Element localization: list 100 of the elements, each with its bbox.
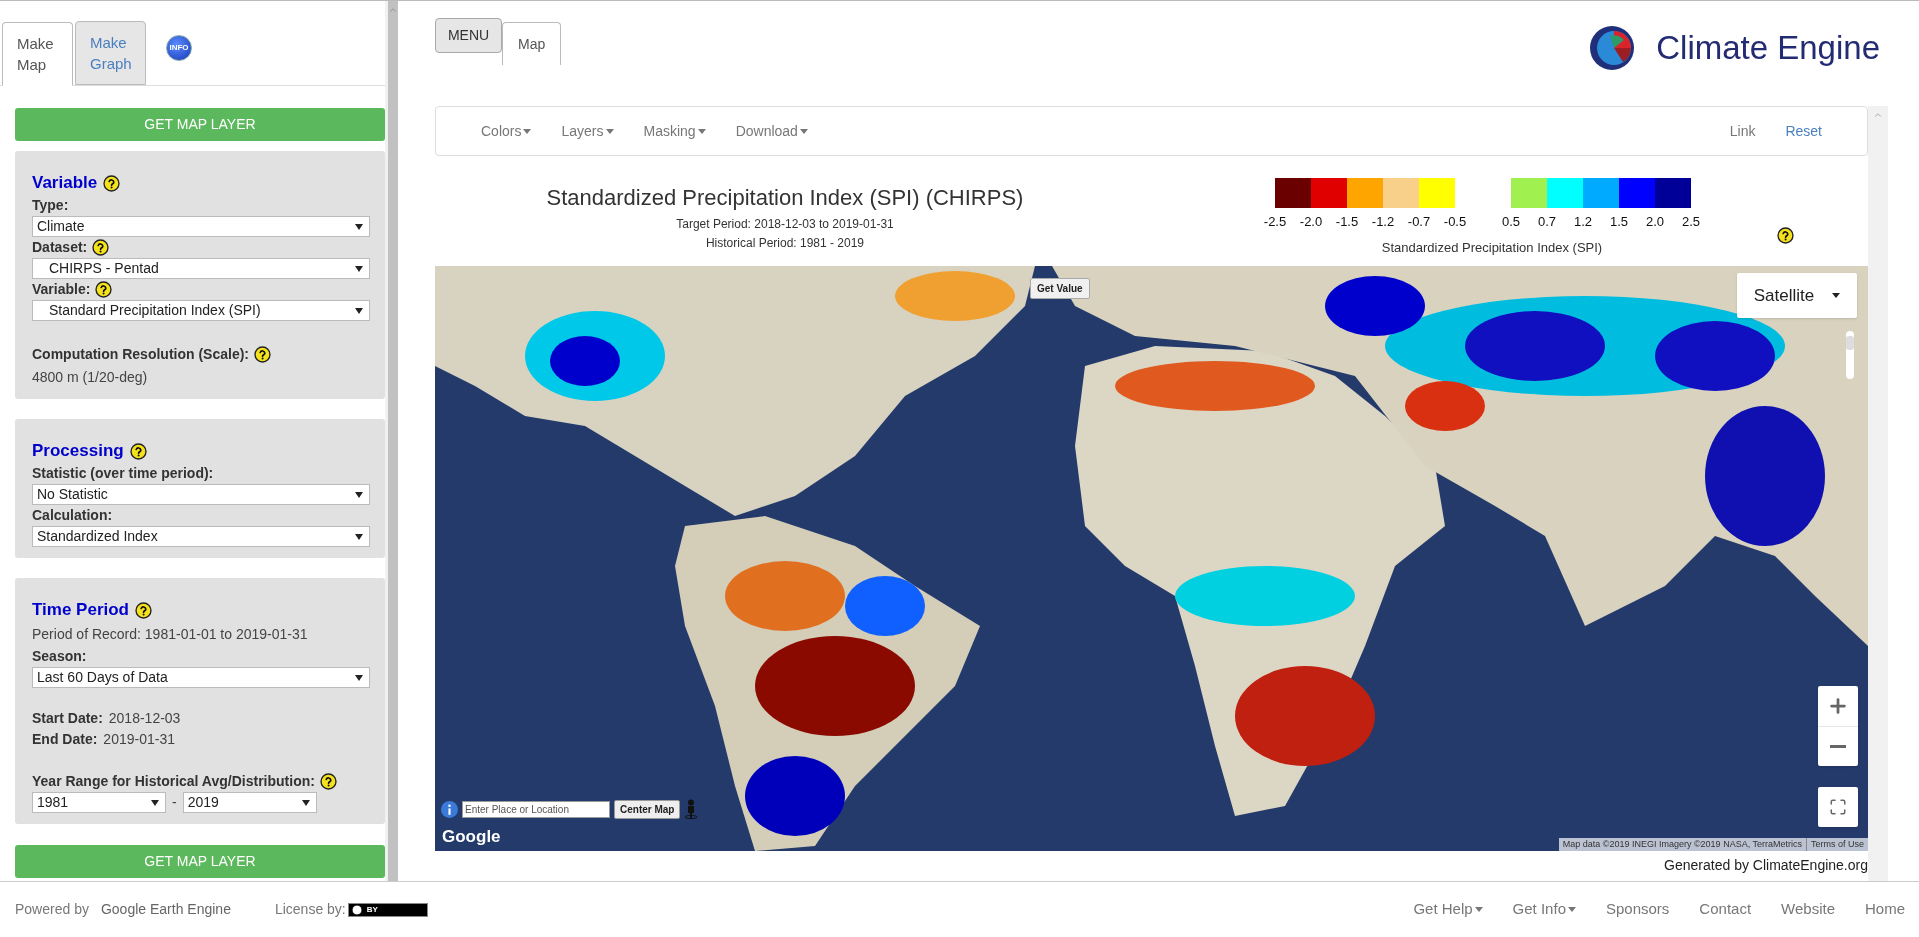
minus-icon: [1830, 745, 1846, 748]
select-field[interactable]: 1981: [32, 792, 166, 813]
field-label: Year Range for Historical Avg/Distribution:: [32, 771, 315, 791]
select-field[interactable]: CHIRPS - Pentad: [32, 258, 370, 279]
footer-link[interactable]: Home: [1865, 898, 1905, 921]
legend-tick-label: -1.5: [1334, 213, 1360, 231]
caret-icon: [1832, 293, 1841, 298]
caret-icon: [1474, 907, 1483, 912]
info-icon[interactable]: [441, 800, 458, 818]
field-label: Season:: [32, 647, 87, 666]
map-attribution: Map data ©2019 INEGI Imagery ©2019 NASA, TerraMetrics: [1558, 838, 1806, 851]
get-value-button[interactable]: Get Value: [1030, 278, 1090, 299]
help-icon[interactable]: [95, 281, 113, 298]
zoom-slider[interactable]: [1846, 331, 1854, 379]
help-icon[interactable]: [92, 239, 110, 256]
legend-tick-label: -1.2: [1370, 213, 1396, 231]
footer-link[interactable]: Website: [1781, 898, 1835, 921]
panel-title: Processing: [32, 440, 124, 463]
logo-text: Climate Engine: [1656, 28, 1880, 68]
footer-link[interactable]: Sponsors: [1606, 898, 1670, 921]
select-field[interactable]: Climate: [32, 216, 370, 237]
help-icon[interactable]: [135, 601, 152, 619]
scrollbar[interactable]: [1868, 106, 1888, 881]
panel-title: Variable: [32, 172, 98, 195]
map-tab[interactable]: Map: [502, 22, 562, 65]
caret-icon: [355, 307, 363, 314]
field-label: Computation Resolution (Scale):: [32, 344, 249, 364]
legend-tick-label: -0.7: [1406, 213, 1432, 231]
field-label: Type:: [32, 196, 69, 215]
map-title: Standardized Precipitation Index (SPI) (CHIRPS): [546, 184, 1024, 212]
select-field[interactable]: Last 60 Days of Data: [32, 667, 370, 688]
center-map-button[interactable]: Center Map: [614, 799, 681, 819]
select-field[interactable]: 2019: [182, 792, 317, 813]
legend-tick-label: 2.0: [1644, 213, 1666, 231]
powered-by-text: Powered by: [15, 900, 89, 919]
toolbar-menu[interactable]: Link: [1729, 120, 1756, 142]
field-label: Start Date:: [32, 709, 103, 728]
plus-icon: [1827, 695, 1849, 717]
help-icon[interactable]: [1777, 227, 1794, 245]
field-value: 2019-01-31: [103, 730, 175, 749]
toolbar-menu[interactable]: Download: [735, 120, 808, 142]
legend-caption: Standardized Precipitation Index (SPI): [1381, 238, 1603, 257]
caret-icon: [697, 128, 706, 134]
caret-icon: [799, 128, 808, 134]
legend-tick-label: -0.5: [1442, 213, 1468, 231]
caret-icon: [355, 533, 363, 540]
field-value: 4800 m (1/20-deg): [32, 368, 149, 387]
caret-icon: [1568, 907, 1576, 912]
sidebar-tab[interactable]: Make Map: [2, 22, 73, 86]
scrollbar[interactable]: [385, 1, 398, 881]
slider-handle[interactable]: [1846, 336, 1854, 351]
help-icon[interactable]: [103, 174, 121, 192]
footer-link[interactable]: Get Info: [1512, 898, 1576, 921]
terms-link[interactable]: Terms of Use: [1806, 838, 1868, 851]
legend-tick-label: -2.0: [1298, 213, 1324, 231]
toolbar-menu[interactable]: Masking: [643, 120, 706, 142]
field-label: Dataset:: [32, 238, 88, 257]
range-separator: -: [172, 793, 177, 812]
google-logo: Google: [442, 825, 501, 848]
fullscreen-icon: [1829, 798, 1847, 816]
info-button[interactable]: INFO: [166, 35, 192, 61]
map-subtitle: Historical Period: 1981 - 2019: [705, 235, 865, 252]
legend-tick-label: 1.2: [1572, 213, 1594, 231]
globe-logo-icon: [1588, 23, 1637, 72]
cc-icon: [350, 903, 363, 916]
select-field[interactable]: Standard Precipitation Index (SPI): [32, 300, 370, 321]
panel-title: Time Period: [32, 599, 129, 622]
toolbar-menu[interactable]: Colors: [481, 120, 532, 142]
select-field[interactable]: No Statistic: [32, 484, 370, 505]
map-view[interactable]: Get Value Satellite Enter Place or Location Center Map Google Map data ©2019 INEGI Imagery ©2019 NASA, TerraMetrics Terms of Use: [435, 266, 1868, 851]
toolbar-menu[interactable]: Layers: [561, 120, 614, 142]
help-icon[interactable]: [129, 442, 147, 460]
license-text: License by:: [274, 900, 346, 919]
menu-button[interactable]: MENU: [435, 18, 502, 53]
help-icon[interactable]: [254, 345, 271, 363]
caret-icon: [523, 128, 532, 134]
toolbar-menu[interactable]: Reset: [1785, 120, 1822, 142]
map-type-dropdown[interactable]: Satellite: [1737, 273, 1857, 318]
generated-by-text: Generated by ClimateEngine.org: [1664, 856, 1868, 875]
field-label: End Date:: [32, 730, 98, 749]
field-label: Variable:: [32, 280, 91, 299]
legend-tick-label: -2.5: [1262, 213, 1288, 231]
legend-tick-label: 0.7: [1536, 213, 1558, 231]
field-value: 2018-12-03: [108, 709, 181, 728]
caret-icon: [605, 128, 614, 134]
caret-icon: [301, 799, 310, 806]
caret-icon: [355, 223, 363, 230]
caret-icon: [151, 799, 159, 806]
footer-link[interactable]: Contact: [1699, 898, 1752, 921]
record-period-text: Period of Record: 1981-01-01 to 2019-01-31: [32, 626, 308, 642]
caret-icon: [355, 265, 363, 272]
field-label: Statistic (over time period):: [32, 464, 214, 483]
legend-tick-label: 2.5: [1680, 213, 1702, 231]
field-label: Calculation:: [32, 506, 113, 525]
help-icon[interactable]: [319, 772, 337, 790]
license-badge[interactable]: BY: [347, 902, 428, 917]
select-field[interactable]: Standardized Index: [32, 526, 370, 547]
engine-logo-text: Google Earth Engine: [100, 900, 231, 919]
legend-tick-label: 0.5: [1500, 213, 1522, 231]
footer-link[interactable]: Get Help: [1413, 898, 1483, 921]
